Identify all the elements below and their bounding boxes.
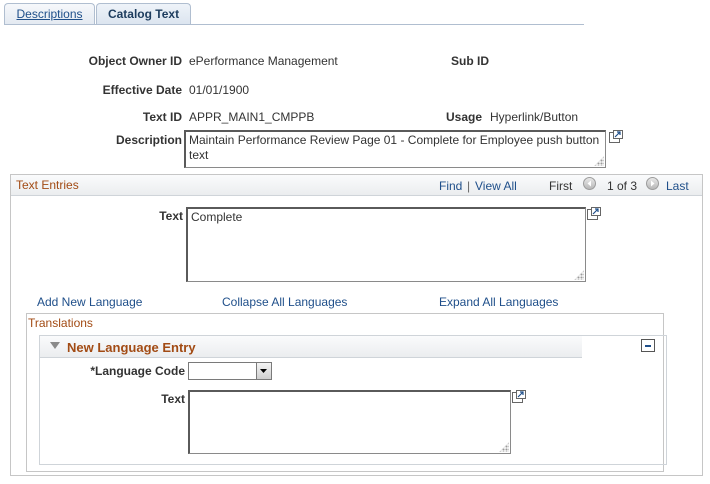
description-label: Description (115, 133, 182, 147)
expand-all-languages-link[interactable]: Expand All Languages (439, 295, 558, 309)
view-all-link[interactable]: View All (475, 179, 517, 193)
effective-date-label: Effective Date (102, 83, 182, 97)
description-field[interactable]: Maintain Performance Review Page 01 - Co… (184, 130, 606, 168)
last-link[interactable]: Last (666, 179, 689, 193)
translation-text-field[interactable] (188, 390, 511, 454)
language-code-select[interactable] (188, 362, 272, 380)
add-new-language-link[interactable]: Add New Language (37, 295, 142, 309)
collapse-all-languages-link[interactable]: Collapse All Languages (222, 295, 347, 309)
resize-grip-icon[interactable] (499, 442, 509, 452)
resize-grip-icon[interactable] (574, 270, 584, 280)
expand-field-icon[interactable] (587, 207, 601, 220)
expand-field-icon[interactable] (512, 390, 526, 403)
text-entry-value: Complete (191, 210, 243, 224)
collapse-triangle-icon[interactable] (49, 341, 61, 351)
tab-divider (4, 24, 584, 25)
usage-label: Usage (446, 110, 483, 124)
sub-id-label: Sub ID (451, 54, 489, 68)
text-entries-header (11, 175, 702, 196)
object-owner-label: Object Owner ID (88, 54, 182, 68)
object-owner-value: ePerformance Management (189, 54, 338, 68)
language-code-label: *Language Code (90, 364, 185, 378)
usage-value: Hyperlink/Button (490, 110, 579, 124)
chevron-down-icon[interactable] (256, 363, 271, 379)
tab-catalog-text[interactable]: Catalog Text (96, 3, 191, 25)
text-entry-field[interactable]: Complete (186, 207, 586, 282)
text-id-label: Text ID (142, 110, 182, 124)
row-count: 1 of 3 (607, 179, 638, 193)
first-label: First (549, 179, 573, 193)
translations-title: Translations (28, 316, 93, 330)
resize-grip-icon[interactable] (594, 156, 604, 166)
text-label: Text (159, 209, 183, 223)
translation-text-label: Text (161, 392, 185, 406)
expand-field-icon[interactable] (609, 130, 623, 143)
find-link[interactable]: Find (439, 179, 462, 193)
text-entries-title: Text Entries (16, 178, 79, 192)
minus-icon[interactable] (641, 339, 655, 352)
effective-date-value: 01/01/1900 (189, 83, 250, 97)
next-icon[interactable] (646, 177, 659, 190)
tab-descriptions[interactable]: Descriptions (4, 3, 95, 25)
link-separator: | (467, 179, 471, 193)
description-text: Maintain Performance Review Page 01 - Co… (189, 133, 600, 162)
previous-icon[interactable] (583, 177, 596, 190)
text-id-value: APPR_MAIN1_CMPPB (189, 110, 315, 124)
new-language-entry-title: New Language Entry (67, 340, 196, 355)
